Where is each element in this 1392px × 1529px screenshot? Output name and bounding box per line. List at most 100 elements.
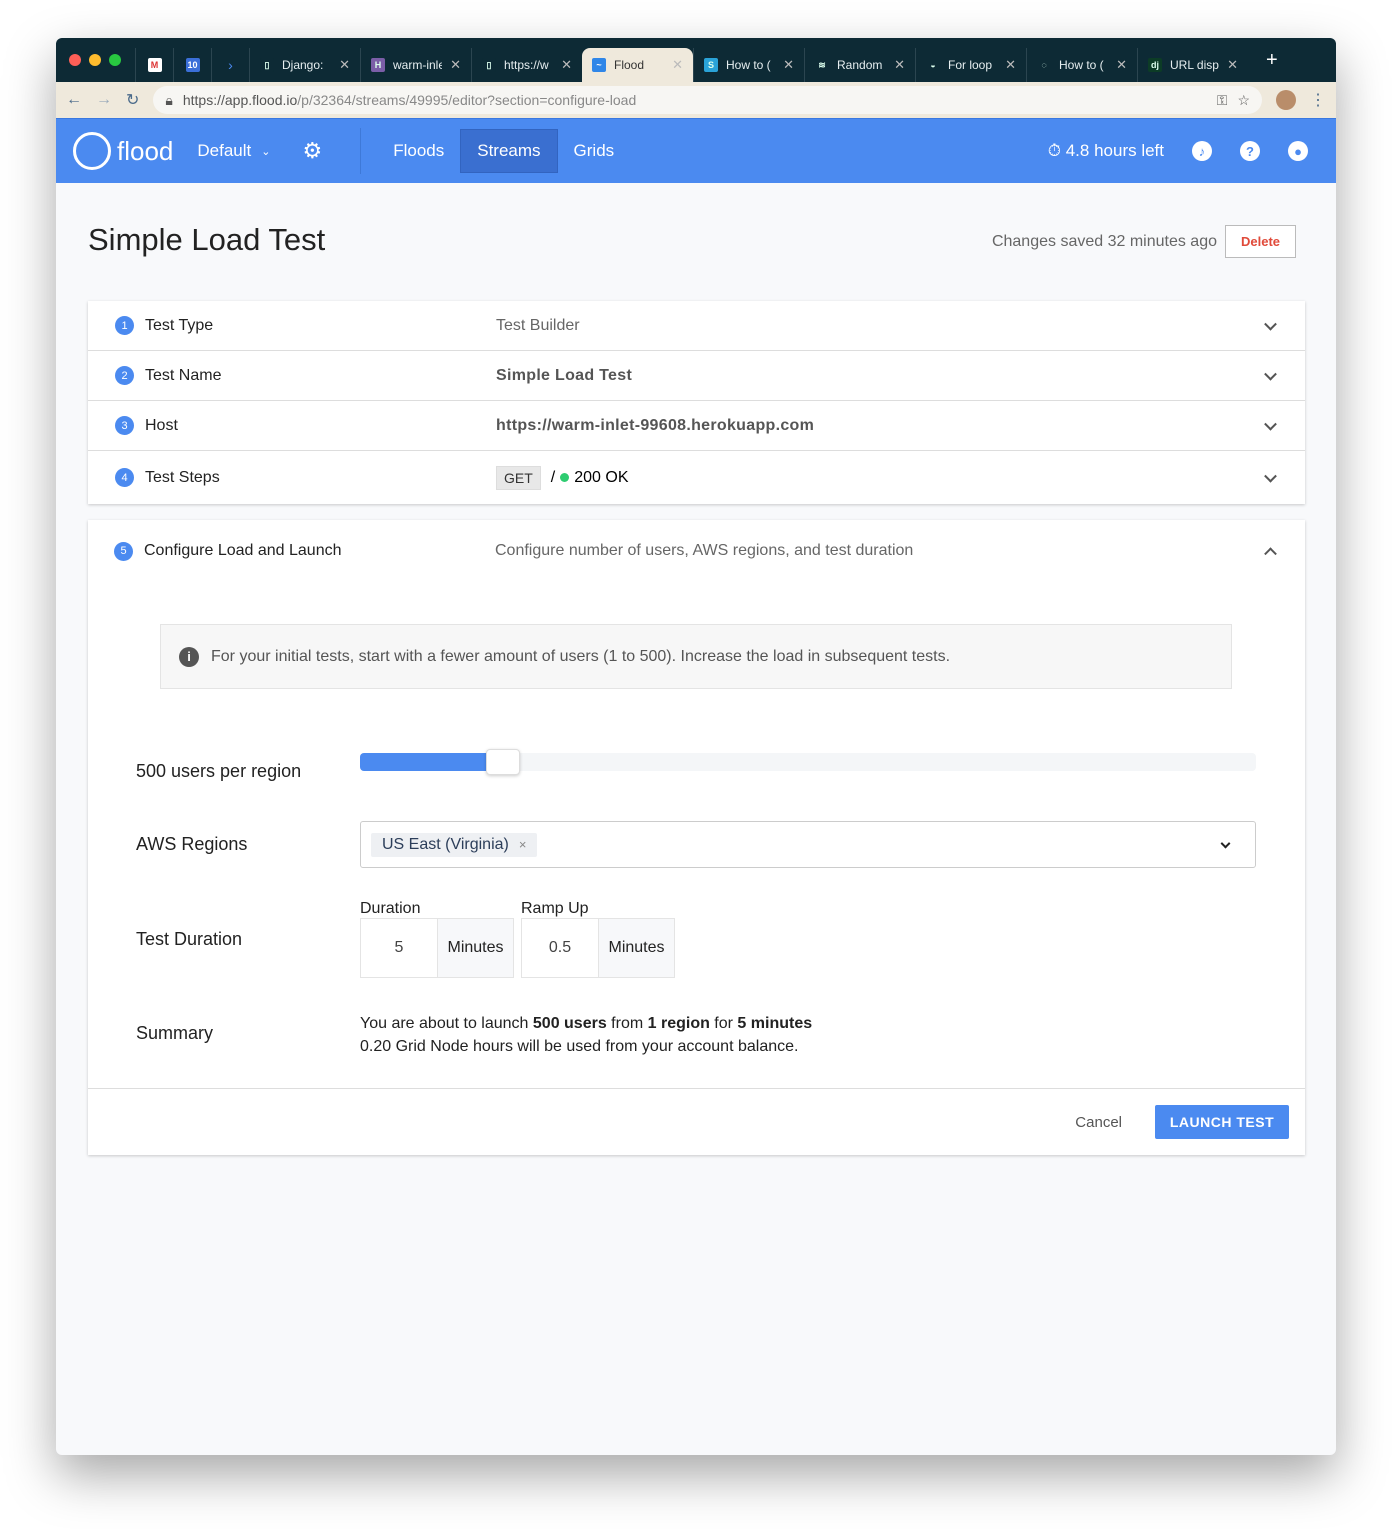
pinned-tab-calendar[interactable]: 10 — [173, 48, 211, 82]
workspace-label: Default — [197, 141, 251, 161]
chevron-down-icon[interactable] — [1221, 838, 1231, 848]
menu-icon[interactable]: ⋮ — [1310, 90, 1326, 110]
section-host[interactable]: 3Hosthttps://warm-inlet-99608.herokuapp.… — [88, 401, 1305, 451]
tab-title: warm-inlet — [393, 58, 442, 72]
back-icon[interactable]: ← — [66, 91, 82, 109]
star-icon[interactable]: ☆ — [1237, 92, 1250, 109]
chevron-down-icon[interactable] — [1264, 469, 1277, 482]
doc-icon: ▯ — [482, 58, 496, 72]
s-icon: S — [704, 58, 718, 72]
close-tab-icon[interactable]: ✕ — [894, 57, 905, 73]
summary-label: Summary — [136, 1023, 213, 1044]
time-left[interactable]: ⏱ 4.8 hours left — [1048, 141, 1164, 161]
chevron-down-icon[interactable] — [1264, 417, 1277, 430]
browser-tab[interactable]: ~Flood✕ — [582, 48, 693, 82]
duration-title: Duration — [360, 900, 420, 918]
time-left-label: 4.8 hours left — [1066, 141, 1164, 160]
browser-tab[interactable]: dj URL disp ✕ — [1137, 48, 1248, 82]
tab-bar: M 10 › ▯Django:✕Hwarm-inlet✕▯https://w✕~… — [56, 38, 1336, 82]
delete-button[interactable]: Delete — [1225, 225, 1296, 258]
window-controls[interactable] — [69, 54, 121, 66]
close-tab-icon[interactable]: ✕ — [561, 57, 572, 73]
tab-title: Django: — [282, 58, 331, 72]
rampup-input[interactable]: 0.5 — [522, 919, 599, 977]
nav-streams[interactable]: Streams — [460, 129, 557, 173]
browser-tab[interactable]: ◒For loop✕ — [915, 48, 1026, 82]
close-tab-icon[interactable]: ✕ — [1005, 57, 1016, 73]
summary-part: for — [710, 1015, 738, 1032]
summary-part: You are about to launch — [360, 1015, 533, 1032]
avatar[interactable] — [1276, 90, 1296, 110]
user-icon[interactable]: ● — [1288, 141, 1308, 161]
close-tab-icon[interactable]: ✕ — [450, 57, 461, 73]
calendar-icon: 10 — [186, 58, 200, 72]
close-tab-icon[interactable]: ✕ — [1116, 57, 1127, 73]
slider-handle[interactable] — [486, 749, 520, 775]
bell-icon[interactable]: ♪ — [1192, 141, 1212, 161]
doc-icon: ▯ — [260, 58, 274, 72]
browser-tab[interactable]: ◌How to (✕ — [1026, 48, 1137, 82]
logo-icon — [73, 132, 111, 170]
remove-region-icon[interactable]: × — [519, 837, 527, 852]
duration-input[interactable]: 5 — [361, 919, 438, 977]
nav-floods[interactable]: Floods — [377, 129, 460, 173]
workspace-dropdown[interactable]: Default⌄ — [181, 129, 286, 173]
close-tab-icon[interactable]: ✕ — [672, 57, 683, 73]
step-number: 3 — [115, 416, 134, 435]
browser-tab[interactable]: ▯ Django: ✕ — [249, 48, 360, 82]
tab-title: For loop — [948, 58, 997, 72]
nav-grids[interactable]: Grids — [558, 129, 631, 173]
pinned-tab-gmail[interactable]: M — [135, 48, 173, 82]
section-value: Simple Load Test — [496, 367, 632, 385]
stackoverflow-icon: ≋ — [815, 58, 829, 72]
status-dot — [560, 473, 569, 482]
reload-icon[interactable]: ↻ — [126, 90, 139, 110]
key-icon[interactable]: ⚿ — [1217, 92, 1228, 109]
tab-title: How to ( — [726, 58, 775, 72]
slider-fill — [360, 753, 503, 771]
summary-text: You are about to launch 500 users from 1… — [360, 1012, 812, 1058]
new-tab-button[interactable]: + — [1266, 49, 1278, 72]
browser-tab[interactable]: ▯ https://w ✕ — [471, 48, 582, 82]
section-test-name[interactable]: 2Test NameSimple Load Test — [88, 351, 1305, 401]
pinned-tab-terminal[interactable]: › — [211, 48, 249, 82]
close-tab-icon[interactable]: ✕ — [339, 57, 350, 73]
regions-select[interactable]: US East (Virginia) × — [360, 821, 1256, 868]
browser-tab[interactable]: ≋Random✕ — [804, 48, 915, 82]
section-test-type[interactable]: 1Test TypeTest Builder — [88, 301, 1305, 351]
flood-logo[interactable]: flood — [73, 132, 173, 170]
app-header: flood Default⌄ ⚙ Floods Streams Grids ⏱ … — [56, 118, 1336, 183]
terminal-icon: › — [228, 57, 233, 73]
divider — [360, 128, 361, 174]
browser-tab[interactable]: S How to ( ✕ — [693, 48, 804, 82]
settings-icon[interactable]: ⚙ — [286, 129, 338, 173]
chevron-down-icon[interactable] — [1264, 317, 1277, 330]
launch-test-button[interactable]: LAUNCH TEST — [1155, 1105, 1289, 1139]
address-bar[interactable]: 🔒︎ https://app.flood.io/p/32364/streams/… — [153, 86, 1262, 114]
close-tab-icon[interactable]: ✕ — [1227, 57, 1238, 73]
summary-part: from — [607, 1015, 648, 1032]
browser-tab[interactable]: Hwarm-inlet✕ — [360, 48, 471, 82]
step-number: 5 — [114, 542, 133, 561]
logo-text: flood — [117, 136, 173, 167]
step-number: 4 — [115, 468, 134, 487]
help-icon[interactable]: ? — [1240, 141, 1260, 161]
django-icon: dj — [1148, 58, 1162, 72]
close-tab-icon[interactable]: ✕ — [783, 57, 794, 73]
url-path: /p/32364/streams/49995/editor?section=co… — [297, 92, 636, 108]
tab-title: https://w — [504, 58, 553, 72]
chevron-up-icon[interactable] — [1264, 547, 1277, 560]
regions-label: AWS Regions — [136, 834, 247, 855]
section-test-steps[interactable]: 4Test StepsGET/200 OK — [88, 451, 1305, 504]
users-slider[interactable] — [360, 753, 1256, 771]
summary-hours: 0.20 Grid Node hours will be used from y… — [360, 1035, 812, 1058]
save-status: Changes saved 32 minutes ago — [992, 233, 1217, 251]
section-configure[interactable]: 5Configure Load and LaunchConfigure numb… — [88, 520, 1305, 582]
tab-title: URL disp — [1170, 58, 1219, 72]
cancel-button[interactable]: Cancel — [1075, 1114, 1122, 1131]
step-status: 200 OK — [574, 469, 628, 487]
chevron-down-icon[interactable] — [1264, 367, 1277, 380]
region-label: US East (Virginia) — [382, 836, 509, 853]
forward-icon[interactable]: → — [96, 91, 112, 109]
url-host: https://app.flood.io — [183, 92, 297, 108]
